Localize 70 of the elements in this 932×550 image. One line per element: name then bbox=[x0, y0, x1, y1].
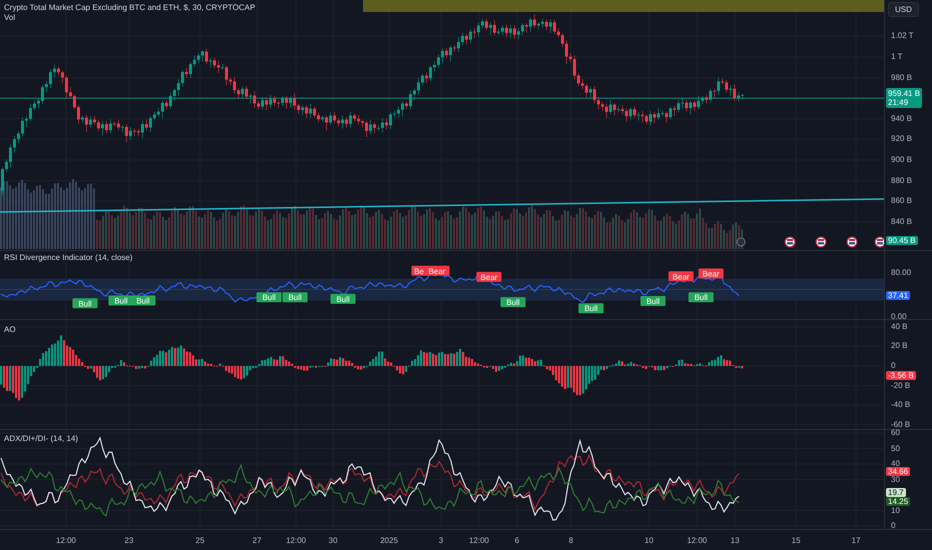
time-label: 12:00 bbox=[686, 536, 708, 545]
volume-legend: Vol bbox=[4, 13, 16, 22]
time-label: 17 bbox=[852, 536, 860, 545]
price-label: 959.41 B 21:49 bbox=[886, 88, 922, 108]
time-label: 8 bbox=[568, 536, 574, 545]
time-label: 15 bbox=[792, 536, 800, 545]
rsi-value-label: 37.41 bbox=[886, 291, 910, 300]
flag-icon bbox=[874, 236, 884, 248]
signal-label: Bear bbox=[476, 272, 502, 282]
indicator-title: RSI Divergence Indicator (14, close) bbox=[4, 253, 132, 262]
axis-label: 20 B bbox=[891, 342, 908, 350]
time-label: 12:00 bbox=[286, 536, 306, 545]
axis-label: 60 bbox=[891, 429, 900, 437]
axis-label: 1.02 T bbox=[891, 32, 914, 40]
signal-label: Bull bbox=[578, 303, 604, 314]
chart-title: Crypto Total Market Cap Excluding BTC and ETH, $, 30, CRYPTOCAP bbox=[4, 3, 256, 12]
axis-label: 10 bbox=[891, 506, 900, 514]
time-label: 10 bbox=[644, 536, 654, 545]
signal-label: Bull bbox=[256, 292, 282, 302]
adx-value-label: 14.25 bbox=[886, 497, 910, 506]
axis-label: 1 T bbox=[891, 53, 902, 61]
indicator-title: AO bbox=[4, 325, 16, 334]
signal-label: Bear bbox=[424, 266, 450, 276]
axis-label: 0.00 bbox=[891, 313, 907, 321]
axis-label: 30 bbox=[891, 476, 900, 484]
signal-label: Bull bbox=[330, 294, 356, 304]
time-label: 13 bbox=[730, 536, 740, 545]
signal-label: Bull bbox=[640, 296, 666, 306]
signal-label: Bull bbox=[130, 296, 156, 306]
signal-label: Bull bbox=[72, 298, 98, 308]
axis-label: 860 B bbox=[891, 197, 912, 206]
time-label: 12:00 bbox=[468, 536, 490, 545]
time-label: 25 bbox=[196, 536, 204, 545]
adx-value-label: 19.7 bbox=[886, 488, 906, 496]
axis-label: 40 B bbox=[891, 322, 908, 331]
axis-label: 920 B bbox=[891, 135, 912, 144]
axis-label: 0 bbox=[891, 362, 896, 370]
axis-label: 980 B bbox=[891, 74, 912, 82]
indicator-title: ADX/DI+/DI- (14, 14) bbox=[4, 434, 78, 443]
axis-label: -60 B bbox=[891, 420, 910, 429]
axis-label: 40 bbox=[891, 460, 900, 468]
signal-label: Bull bbox=[500, 297, 526, 308]
time-label: 12:00 bbox=[56, 536, 76, 545]
axis-label: 900 B bbox=[891, 156, 912, 164]
event-icon bbox=[736, 238, 746, 246]
axis-label: -20 B bbox=[891, 382, 910, 390]
axis-label: 840 B bbox=[891, 218, 912, 226]
time-label: 30 bbox=[328, 536, 338, 545]
time-label: 27 bbox=[252, 536, 262, 545]
signal-label: Bull bbox=[688, 292, 714, 302]
adx-value-label: 34.66 bbox=[886, 467, 910, 476]
flag-icon bbox=[846, 236, 858, 248]
signal-label: Bear bbox=[698, 268, 724, 279]
axis-label: -40 B bbox=[891, 401, 910, 410]
signal-label: Bull bbox=[282, 292, 308, 302]
signal-label: Bear bbox=[668, 271, 694, 282]
axis-label: 80.00 bbox=[891, 269, 912, 277]
time-label: 2025 bbox=[380, 536, 398, 545]
axis-label: 940 B bbox=[891, 114, 912, 123]
time-label: 23 bbox=[124, 536, 134, 545]
time-label: 6 bbox=[514, 536, 520, 545]
axis-label: 50 bbox=[891, 444, 900, 452]
flag-icon bbox=[784, 236, 796, 248]
time-label: 3 bbox=[438, 536, 444, 545]
flag-icon bbox=[815, 236, 827, 248]
currency-button[interactable]: USD bbox=[888, 2, 919, 17]
volume-value-label: 90.45 B bbox=[886, 236, 918, 245]
ao-value-label: -3.56 B bbox=[886, 371, 916, 380]
axis-label: 880 B bbox=[891, 176, 912, 185]
axis-label: 0 bbox=[891, 522, 896, 530]
